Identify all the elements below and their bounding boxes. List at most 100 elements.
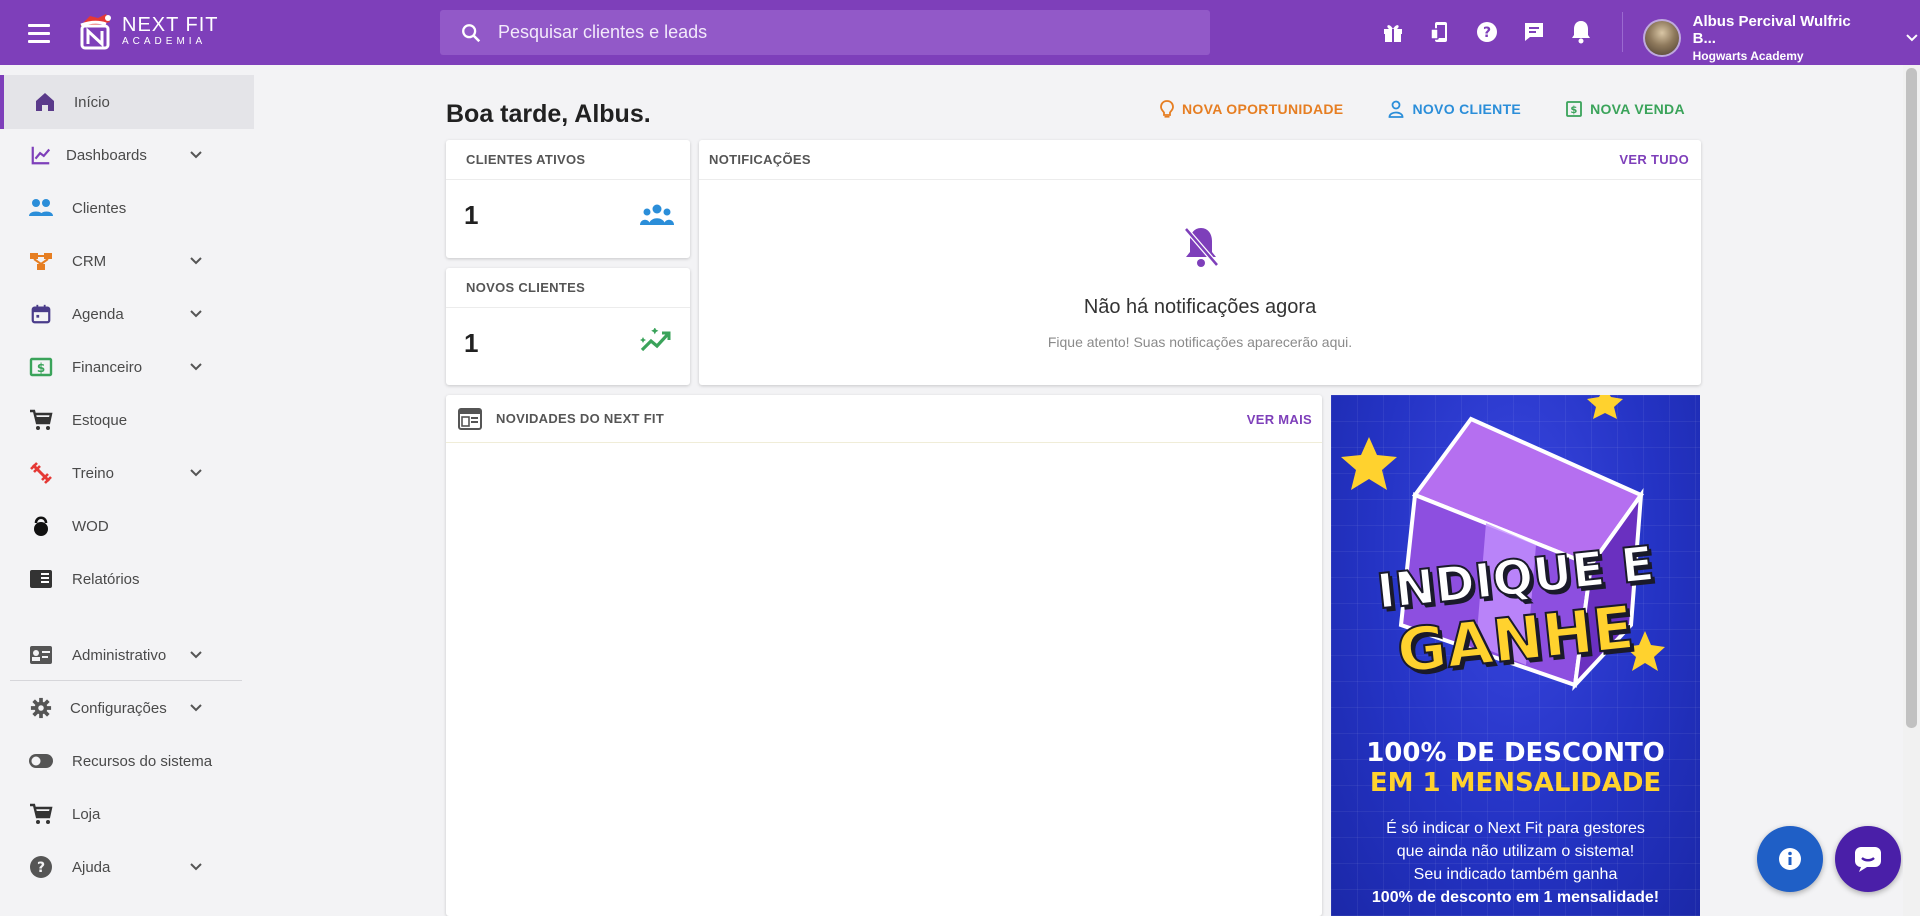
kettlebell-icon <box>28 513 54 539</box>
active-clients-value: 1 <box>464 200 479 230</box>
sidebar-item-estoque[interactable]: Estoque <box>0 393 254 447</box>
new-opportunity-label: NOVA OPORTUNIDADE <box>1182 101 1344 117</box>
help-icon[interactable]: ? <box>1474 18 1500 46</box>
svg-text:?: ? <box>37 860 45 876</box>
sidebar-item-treino[interactable]: Treino <box>0 446 254 500</box>
sidebar-item-label: Início <box>74 93 110 111</box>
sidebar-item-label: Treino <box>72 464 114 482</box>
sidebar-item-label: WOD <box>72 517 109 535</box>
user-organization: Hogwarts Academy <box>1692 49 1804 63</box>
banner-body-line: É só indicar o Next Fit para gestores <box>1386 820 1645 837</box>
logo[interactable]: NEXT FIT ACADEMIA <box>76 12 219 50</box>
notifications-title: NOTIFICAÇÕES <box>699 140 1701 180</box>
new-clients-card[interactable]: NOVOS CLIENTES 1 <box>446 268 690 385</box>
cart-icon <box>28 801 54 827</box>
notifications-empty-title: Não há notificações agora <box>1083 296 1317 318</box>
sidebar-item-administrativo[interactable]: Administrativo <box>0 628 254 682</box>
svg-text:$: $ <box>1570 105 1577 116</box>
chat-icon[interactable] <box>1521 18 1547 46</box>
news-title: NOVIDADES DO NEXT FIT <box>496 411 665 426</box>
sidebar-item-wod[interactable]: WOD <box>0 499 254 553</box>
chevron-down-icon[interactable] <box>186 857 206 877</box>
chevron-down-icon[interactable] <box>1904 30 1920 46</box>
banner-body: É só indicar o Next Fit para gestores qu… <box>1331 817 1700 909</box>
user-menu[interactable]: Albus Percival Wulfric B... Hogwarts Aca… <box>1643 13 1920 63</box>
sidebar-item-crm[interactable]: CRM <box>0 234 254 288</box>
new-clients-label: NOVOS CLIENTES <box>446 268 690 308</box>
banner-body-line: que ainda não utilizam o sistema! <box>1396 843 1635 860</box>
chevron-down-icon[interactable] <box>186 251 206 271</box>
search-bar[interactable] <box>440 10 1210 55</box>
sidebar-item-label: Estoque <box>72 411 128 429</box>
sidebar-item-loja[interactable]: Loja <box>0 787 254 841</box>
top-bar: NEXT FIT ACADEMIA ? Albus Percival W <box>0 0 1920 65</box>
referral-banner[interactable]: INDIQUE E GANHE 100% DE DESCONTO EM 1 ME… <box>1331 395 1700 916</box>
cart-icon <box>28 407 54 433</box>
sidebar-item-label: Recursos do sistema <box>72 752 213 770</box>
search-input[interactable] <box>498 22 1098 43</box>
sidebar-item-financeiro[interactable]: $ Financeiro <box>0 340 254 394</box>
new-client-button[interactable]: NOVO CLIENTE <box>1388 98 1521 120</box>
sidebar-item-label: Financeiro <box>72 358 143 376</box>
sidebar-item-configuracoes[interactable]: Configurações <box>0 681 254 735</box>
bell-icon[interactable] <box>1568 18 1594 46</box>
sidebar-item-ajuda[interactable]: ? Ajuda <box>0 840 254 894</box>
device-icon[interactable] <box>1427 18 1453 46</box>
home-icon <box>32 89 58 115</box>
sidebar-item-label: Clientes <box>72 199 127 217</box>
lightbulb-icon <box>1160 100 1174 118</box>
sidebar-item-relatorios[interactable]: Relatórios <box>0 552 254 606</box>
money-icon: $ <box>28 354 54 380</box>
avatar <box>1643 19 1681 57</box>
sidebar-item-recursos-do-sistema[interactable]: Recursos do sistema <box>0 734 254 788</box>
gear-icon <box>28 695 54 721</box>
sidebar-item-label: Administrativo <box>72 646 167 664</box>
sidebar-item-agenda[interactable]: Agenda <box>0 287 254 341</box>
chevron-down-icon[interactable] <box>186 357 206 377</box>
chevron-down-icon[interactable] <box>186 645 206 665</box>
bell-off-icon <box>1184 227 1219 267</box>
new-sale-button[interactable]: $ NOVA VENDA <box>1566 98 1685 120</box>
new-opportunity-button[interactable]: NOVA OPORTUNIDADE <box>1160 98 1343 120</box>
crm-icon <box>28 248 54 274</box>
chevron-down-icon[interactable] <box>186 145 206 165</box>
report-icon <box>28 566 54 592</box>
banner-body-line: 100% de desconto em 1 mensalidade! <box>1371 889 1660 906</box>
logo-mark-icon <box>80 14 111 50</box>
info-icon <box>1779 848 1801 870</box>
news-card: NOVIDADES DO NEXT FIT VER MAIS <box>446 395 1322 916</box>
money-icon: $ <box>1566 101 1582 117</box>
banner-discount-line2: EM 1 MENSALIDADE <box>1369 768 1662 798</box>
scrollbar-thumb[interactable] <box>1906 68 1917 728</box>
sidebar-item-label: Dashboards <box>66 146 147 164</box>
dumbbell-icon <box>28 460 54 486</box>
chevron-down-icon[interactable] <box>186 463 206 483</box>
banner-body-line: Seu indicado também ganha <box>1413 866 1618 883</box>
menu-icon[interactable] <box>28 18 58 48</box>
newspaper-icon <box>458 407 482 430</box>
active-clients-label: CLIENTES ATIVOS <box>446 140 690 180</box>
trending-up-icon <box>640 328 671 352</box>
sidebar-item-label: Configurações <box>70 699 167 717</box>
see-all-notifications-link[interactable]: VER TUDO <box>1619 152 1689 167</box>
gift-icon[interactable] <box>1380 18 1406 46</box>
sidebar: Início Dashboards Clientes CRM Agenda $ … <box>0 65 256 916</box>
search-icon <box>462 23 481 42</box>
active-clients-card[interactable]: CLIENTES ATIVOS 1 <box>446 140 690 258</box>
sidebar-item-dashboards[interactable]: Dashboards <box>0 128 254 182</box>
sidebar-item-label: Agenda <box>72 305 124 323</box>
new-sale-label: NOVA VENDA <box>1590 101 1685 117</box>
sidebar-item-inicio[interactable]: Início <box>0 75 254 129</box>
sidebar-item-label: Loja <box>72 805 101 823</box>
news-header: NOVIDADES DO NEXT FIT VER MAIS <box>446 395 1322 443</box>
logo-subtitle: ACADEMIA <box>122 36 207 47</box>
chevron-down-icon[interactable] <box>186 698 206 718</box>
chat-support-button[interactable] <box>1835 826 1901 892</box>
see-more-news-link[interactable]: VER MAIS <box>1247 412 1312 427</box>
info-button[interactable] <box>1757 826 1823 892</box>
sidebar-item-clientes[interactable]: Clientes <box>0 181 254 235</box>
chevron-down-icon[interactable] <box>186 304 206 324</box>
new-client-label: NOVO CLIENTE <box>1412 101 1522 117</box>
banner-discount-line1: 100% DE DESCONTO <box>1366 738 1665 768</box>
people-icon <box>640 204 674 225</box>
